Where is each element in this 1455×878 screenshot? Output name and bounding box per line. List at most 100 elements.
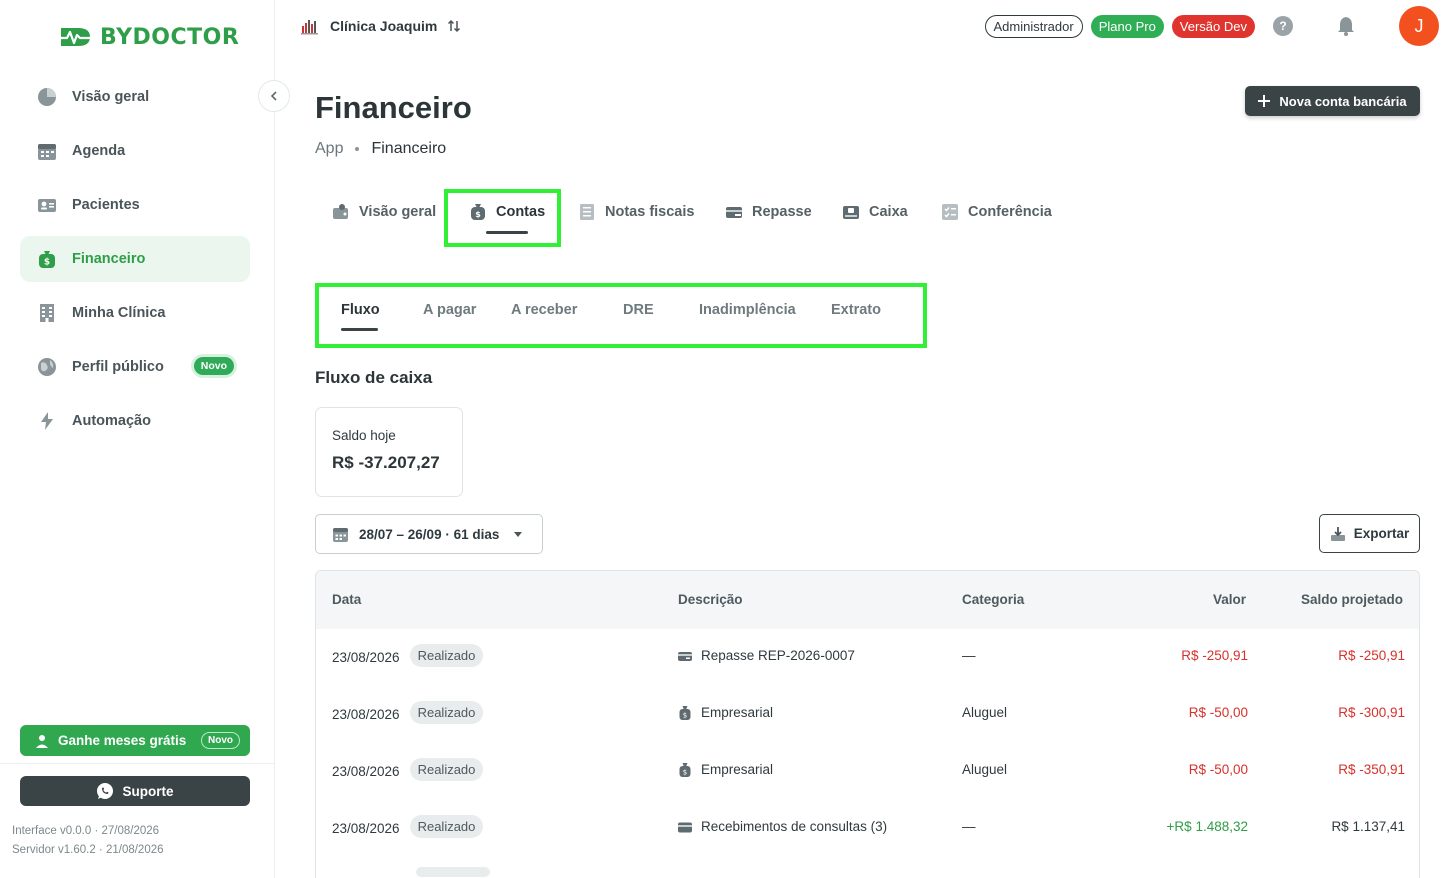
row-description: Empresarial — [701, 762, 774, 777]
brand-logo[interactable]: BYDOCTOR — [56, 22, 239, 52]
tab-conferencia[interactable]: Conferência — [941, 184, 1052, 239]
money-bag-icon: $ — [679, 705, 691, 720]
row-balance: R$ -350,91 — [1338, 762, 1405, 777]
bell-icon[interactable] — [1335, 15, 1357, 37]
new-badge: Novo — [201, 732, 240, 749]
sidebar-item-automacao[interactable]: Automação — [20, 398, 250, 444]
card-icon — [678, 822, 692, 832]
highlight-subtabs — [315, 283, 927, 348]
checklist-icon — [942, 203, 958, 220]
money-bag-icon: $ — [679, 762, 691, 777]
row-value: R$ -50,00 — [1188, 762, 1248, 777]
table-row[interactable]: 23/08/2026 Realizado $ Empresarial Aluguel… — [316, 743, 1419, 800]
sidebar-item-label: Automação — [72, 413, 151, 429]
new-bank-account-label: Nova conta bancária — [1279, 93, 1407, 109]
free-months-button[interactable]: Ganhe meses grátis Novo — [20, 725, 250, 756]
clinic-switcher[interactable]: Clínica Joaquim — [300, 16, 461, 36]
sidebar-item-perfil-publico[interactable]: Perfil público Novo — [20, 344, 250, 390]
row-value: R$ -250,91 — [1181, 648, 1248, 663]
tab-caixa[interactable]: Caixa — [842, 184, 908, 239]
row-date: 23/08/2026 — [332, 650, 400, 665]
row-value: R$ -50,00 — [1188, 705, 1248, 720]
table-row[interactable]: 23/08/2026 Realizado Recebimentos de cons… — [316, 800, 1419, 857]
sidebar-item-visao-geral[interactable]: Visão geral — [20, 74, 250, 120]
column-header-saldo[interactable]: Saldo projetado — [1301, 592, 1403, 607]
sidebar-item-minha-clinica[interactable]: Minha Clínica — [20, 290, 250, 336]
date-range-value: 28/07 – 26/09 · 61 dias — [359, 526, 500, 542]
date-range-picker[interactable]: 28/07 – 26/09 · 61 dias — [315, 514, 543, 554]
sidebar-item-label: Pacientes — [72, 197, 140, 213]
table-row[interactable]: 23/08/2026 Realizado $ Empresarial Aluguel… — [316, 686, 1419, 743]
avatar[interactable]: J — [1399, 6, 1439, 46]
tab-visao-geral[interactable]: Visão geral — [332, 184, 436, 239]
row-date: 23/08/2026 — [332, 764, 400, 779]
row-date: 23/08/2026 — [332, 707, 400, 722]
new-badge: Novo — [193, 357, 234, 375]
status-badge: Realizado — [409, 758, 484, 781]
status-badge: Realizado — [409, 815, 484, 838]
column-header-categoria[interactable]: Categoria — [962, 592, 1024, 607]
row-balance: R$ 1.137,41 — [1331, 819, 1405, 834]
tab-repasse[interactable]: Repasse — [725, 184, 812, 239]
cashflow-table: Data Descrição Categoria Valor Saldo pro… — [315, 570, 1420, 878]
gift-user-icon — [36, 734, 48, 748]
sidebar-item-label: Financeiro — [72, 251, 146, 267]
table-header: Data Descrição Categoria Valor Saldo pro… — [316, 571, 1419, 629]
row-value: +R$ 1.488,32 — [1166, 819, 1248, 834]
status-badge: Realizado — [409, 644, 484, 667]
transfer-icon — [678, 651, 692, 661]
version-badge: Versão Dev — [1171, 14, 1255, 38]
support-button[interactable]: Suporte — [20, 776, 250, 806]
calendar-icon — [333, 527, 348, 542]
id-card-icon — [36, 194, 58, 216]
export-button[interactable]: Exportar — [1319, 514, 1420, 553]
calendar-icon — [36, 140, 58, 162]
sidebar-item-agenda[interactable]: Agenda — [20, 128, 250, 174]
sidebar-nav: Visão geral Agenda Pacientes $ Financeir… — [20, 74, 250, 452]
support-label: Suporte — [122, 783, 174, 799]
column-header-descricao[interactable]: Descrição — [678, 592, 743, 607]
interface-version: Interface v0.0.0 · 27/08/2026 — [12, 825, 160, 837]
building-icon — [36, 302, 58, 324]
table-row[interactable]: 23/08/2026 Realizado Repasse REP-2026-000… — [316, 629, 1419, 686]
row-category: — — [962, 819, 976, 834]
sidebar-item-label: Visão geral — [72, 89, 150, 105]
plus-icon — [1258, 95, 1271, 107]
role-badge: Administrador — [984, 14, 1083, 38]
collapse-sidebar-button[interactable] — [258, 80, 290, 112]
row-description: Recebimentos de consultas (3) — [701, 819, 888, 834]
help-icon[interactable]: ? — [1273, 16, 1293, 36]
tab-label: Notas fiscais — [605, 203, 695, 220]
bolt-icon — [36, 410, 58, 432]
column-header-valor[interactable]: Valor — [1213, 592, 1246, 607]
clinic-name: Clínica Joaquim — [330, 18, 438, 34]
row-category: Aluguel — [962, 705, 1008, 720]
status-badge — [416, 867, 490, 877]
svg-text:$: $ — [683, 768, 687, 776]
new-bank-account-button[interactable]: Nova conta bancária — [1245, 86, 1420, 116]
breadcrumb-app-link[interactable]: App — [315, 140, 343, 158]
tab-label: Repasse — [752, 203, 812, 220]
chevron-left-icon — [270, 91, 277, 101]
tab-notas-fiscais[interactable]: Notas fiscais — [578, 184, 694, 239]
brand-name: BYDOCTOR — [100, 24, 240, 50]
tab-label: Conferência — [968, 203, 1052, 220]
sidebar-item-label: Perfil público — [72, 359, 164, 375]
breadcrumb-separator — [355, 147, 360, 151]
plan-badge[interactable]: Plano Pro — [1090, 14, 1164, 38]
export-label: Exportar — [1353, 526, 1410, 541]
table-row[interactable] — [316, 857, 1419, 878]
row-description: Repasse REP-2026-0007 — [701, 648, 855, 663]
sidebar-item-pacientes[interactable]: Pacientes — [20, 182, 250, 228]
cash-register-icon — [843, 205, 859, 219]
row-category: — — [962, 648, 976, 663]
pie-chart-icon — [36, 86, 58, 108]
topbar-actions: Administrador Plano Pro Versão Dev ? J — [984, 6, 1439, 46]
swap-icon — [448, 19, 461, 33]
row-balance: R$ -250,91 — [1338, 648, 1405, 663]
logo-heart-icon — [59, 28, 92, 46]
sidebar-item-financeiro[interactable]: $ Financeiro — [20, 236, 250, 282]
balance-label: Saldo hoje — [332, 428, 396, 443]
money-bag-icon: $ — [36, 248, 58, 270]
column-header-data[interactable]: Data — [332, 592, 361, 607]
